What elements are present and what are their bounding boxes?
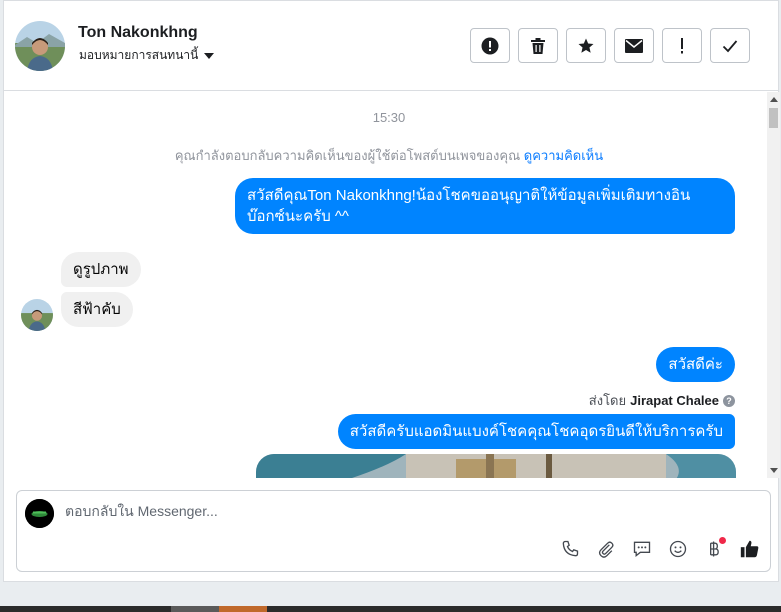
attach-button[interactable] [594,537,618,561]
message-photo[interactable] [256,454,736,478]
sent-by-prefix: ส่งโดย [588,393,627,408]
call-button[interactable] [558,537,582,561]
notice-text: คุณกำลังตอบกลับความคิดเห็นของผู้ใช้ต่อโพ… [174,148,521,163]
star-icon [578,38,594,53]
composer-tools [558,537,762,561]
mark-spam-button[interactable] [470,28,510,63]
emoji-button[interactable] [666,537,690,561]
message-outgoing[interactable]: สวัสดีคุณTon Nakonkhng!น้องโชคขออนุญาติใ… [235,178,735,234]
envelope-icon [625,38,643,53]
delete-button[interactable] [518,28,558,63]
check-icon [722,39,738,52]
comment-reply-notice: คุณกำลังตอบกลับความคิดเห็นของผู้ใช้ต่อโพ… [4,145,767,166]
page-avatar [25,499,54,528]
phone-icon [562,540,579,557]
taskbar-item[interactable] [219,606,267,612]
star-button[interactable] [566,28,606,63]
notification-dot [719,537,726,544]
caret-down-icon [204,53,215,59]
avatar[interactable] [21,299,53,331]
avatar[interactable] [15,21,65,71]
mark-unread-button[interactable] [614,28,654,63]
trash-icon [531,37,545,54]
chat-bubble-icon [633,541,651,558]
message-incoming[interactable]: ดูรูปภาพ [61,252,141,287]
alert-circle-icon [481,37,499,54]
message-incoming[interactable]: สีฟ้าคับ [61,292,133,327]
question-icon[interactable]: ? [723,394,735,407]
contact-name[interactable]: Ton Nakonkhng [78,24,198,42]
emoji-icon [669,540,687,558]
exclamation-icon [681,37,683,53]
sender-name: Jirapat Chalee [630,393,719,408]
scroll-up-icon[interactable] [770,97,778,102]
saved-replies-button[interactable] [630,537,654,561]
taskbar-item[interactable] [171,606,219,612]
paperclip-icon [598,541,614,558]
mark-done-button[interactable] [710,28,750,63]
view-comment-link[interactable]: ดูความคิดเห็น [524,148,603,163]
like-button[interactable] [738,537,762,561]
scroll-down-icon[interactable] [770,468,778,473]
thumbs-up-icon [740,540,759,558]
sent-by-label: ส่งโดย Jirapat Chalee ? [589,390,735,411]
payment-button[interactable] [702,537,726,561]
conversation-panel: Ton Nakonkhng มอบหมายการสนทนานี้ 15:30 ค… [3,0,780,582]
message-outgoing[interactable]: สวัสดีค่ะ [656,347,735,382]
message-thread[interactable]: 15:30 คุณกำลังตอบกลับความคิดเห็นของผู้ใช… [4,92,767,478]
taskbar [0,606,781,612]
thread-scrollbar[interactable] [767,92,780,478]
header-actions [470,28,750,63]
reply-composer [16,490,771,572]
follow-up-button[interactable] [662,28,702,63]
conversation-header: Ton Nakonkhng มอบหมายการสนทนานี้ [4,1,778,91]
assign-label: มอบหมายการสนทนานี้ [79,48,199,62]
timestamp: 15:30 [372,110,406,125]
assign-conversation-dropdown[interactable]: มอบหมายการสนทนานี้ [79,46,215,65]
scrollbar-thumb[interactable] [769,108,778,128]
reply-input[interactable] [65,503,665,519]
message-outgoing[interactable]: สวัสดีครับแอดมินแบงค์โชคคุณโชคอุดรยินดีใ… [337,414,735,449]
